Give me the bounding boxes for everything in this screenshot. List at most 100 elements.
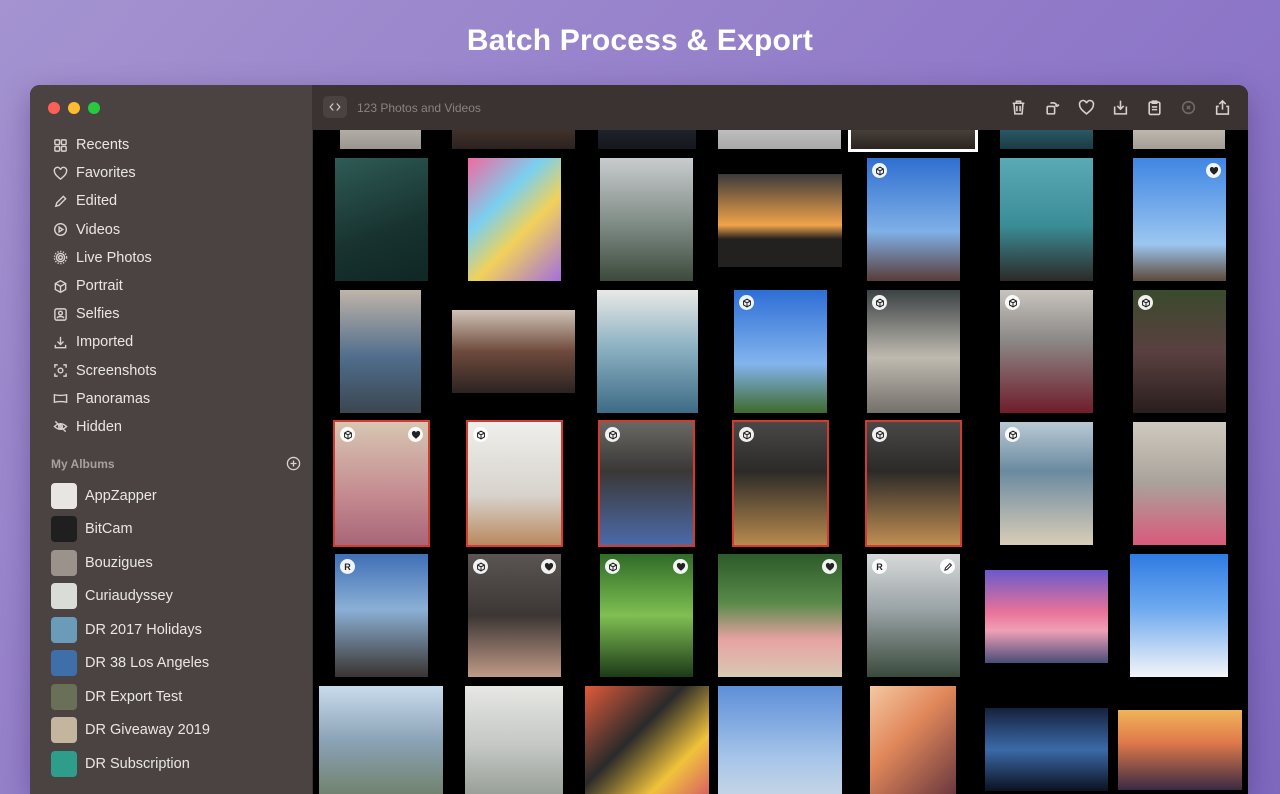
album-thumbnail bbox=[51, 683, 77, 710]
clipboard-icon bbox=[1147, 99, 1161, 115]
album-thumbnail bbox=[51, 583, 77, 610]
photo-girl-palms[interactable] bbox=[734, 290, 827, 413]
info-button[interactable] bbox=[1144, 97, 1164, 117]
photo-palms-sky[interactable] bbox=[867, 158, 960, 281]
album-item[interactable]: DR 38 Los Angeles bbox=[30, 647, 312, 681]
photo-pink-sky[interactable] bbox=[985, 570, 1108, 663]
photo-top-3[interactable] bbox=[598, 130, 696, 149]
photo-graffiti-wall[interactable] bbox=[468, 158, 561, 281]
sidebar-item-label: Recents bbox=[76, 137, 130, 154]
import-button[interactable] bbox=[1110, 97, 1130, 117]
photo-woman-pink[interactable] bbox=[1133, 422, 1226, 545]
album-item[interactable]: BitCam bbox=[30, 513, 312, 547]
sidebar-item-label: Videos bbox=[76, 221, 121, 238]
sidebar-item-favorites[interactable]: Favorites bbox=[30, 159, 312, 187]
photo-top-4[interactable] bbox=[718, 130, 841, 149]
panorama-icon bbox=[52, 391, 68, 407]
zoom-window-button[interactable] bbox=[88, 102, 100, 114]
slideshow-button[interactable] bbox=[1178, 97, 1198, 117]
photo-palm-trees[interactable] bbox=[1133, 158, 1226, 281]
album-label: AppZapper bbox=[85, 487, 157, 504]
photo-staircase[interactable] bbox=[465, 686, 563, 794]
photo-mountains[interactable] bbox=[319, 686, 443, 794]
photo-sunset-palms[interactable] bbox=[718, 174, 842, 267]
album-item[interactable]: Bouzigues bbox=[30, 546, 312, 580]
album-item[interactable]: DR Subscription bbox=[30, 747, 312, 781]
photo-woman-red-beret[interactable] bbox=[1133, 290, 1226, 413]
photo-flamingos[interactable] bbox=[718, 554, 842, 677]
photo-woman-red-suit[interactable] bbox=[1000, 290, 1093, 413]
raw-badge-icon: R bbox=[872, 559, 887, 574]
photo-man-camel-coat-2[interactable] bbox=[865, 420, 962, 547]
pencil-icon bbox=[52, 193, 68, 209]
portrait-badge-icon bbox=[739, 427, 754, 442]
photo-top-6[interactable] bbox=[1000, 130, 1093, 149]
photo-man-camel-coat[interactable] bbox=[732, 420, 829, 547]
photo-child-hat[interactable] bbox=[333, 420, 430, 547]
import-tray-icon bbox=[1113, 100, 1127, 115]
photo-count-label: 123 Photos and Videos bbox=[357, 101, 481, 115]
photo-graffiti-man[interactable] bbox=[585, 686, 709, 794]
photo-woman-beach[interactable] bbox=[1000, 422, 1093, 545]
photo-top-7[interactable] bbox=[1133, 130, 1225, 149]
sidebar-item-live-photos[interactable]: Live Photos bbox=[30, 244, 312, 272]
photo-crowd[interactable] bbox=[452, 310, 575, 393]
photo-vintage-car[interactable] bbox=[1000, 158, 1093, 281]
favorite-badge-icon bbox=[1206, 163, 1221, 178]
photo-girl-pier[interactable] bbox=[340, 290, 421, 413]
photo-mountain-sunset[interactable] bbox=[1118, 710, 1242, 790]
favorite-button[interactable] bbox=[1076, 97, 1096, 117]
sidebar-item-portrait[interactable]: Portrait bbox=[30, 272, 312, 300]
photo-top-5[interactable] bbox=[848, 130, 978, 152]
album-item[interactable]: DR Giveaway 2019 bbox=[30, 714, 312, 748]
album-item[interactable]: Curiaudyssey bbox=[30, 580, 312, 614]
live-photo-icon bbox=[52, 250, 68, 266]
sidebar-item-recents[interactable]: Recents bbox=[30, 131, 312, 159]
sidebar-item-edited[interactable]: Edited bbox=[30, 187, 312, 215]
portrait-badge-icon bbox=[1138, 295, 1153, 310]
sidebar-item-selfies[interactable]: Selfies bbox=[30, 300, 312, 328]
sidebar-item-screenshots[interactable]: Screenshots bbox=[30, 357, 312, 385]
photo-coast[interactable]: R bbox=[867, 554, 960, 677]
favorite-badge-icon bbox=[673, 559, 688, 574]
portrait-badge-icon bbox=[872, 163, 887, 178]
photo-man-yellow-beanie[interactable] bbox=[598, 420, 695, 547]
photo-surfer[interactable] bbox=[335, 158, 428, 281]
sidebar-item-panoramas[interactable]: Panoramas bbox=[30, 385, 312, 413]
photo-woman-sea[interactable] bbox=[597, 290, 698, 413]
photo-santorini[interactable] bbox=[1130, 554, 1228, 677]
trash-button[interactable] bbox=[1008, 97, 1028, 117]
photo-leaf-butterfly[interactable] bbox=[600, 554, 693, 677]
favorite-badge-icon bbox=[822, 559, 837, 574]
add-album-button[interactable] bbox=[286, 456, 301, 471]
photo-aurora[interactable] bbox=[985, 708, 1108, 791]
sidebar-item-imported[interactable]: Imported bbox=[30, 328, 312, 356]
portrait-badge-icon bbox=[872, 427, 887, 442]
photo-woman-coat[interactable] bbox=[867, 290, 960, 413]
edited-badge-icon bbox=[940, 559, 955, 574]
library-nav: Recents Favorites Edited Videos Live Pho… bbox=[30, 131, 312, 441]
rotate-button[interactable] bbox=[1042, 97, 1062, 117]
sidebar-item-videos[interactable]: Videos bbox=[30, 216, 312, 244]
photo-top-1[interactable] bbox=[340, 130, 421, 149]
album-item[interactable]: DR 2017 Holidays bbox=[30, 613, 312, 647]
minimize-window-button[interactable] bbox=[68, 102, 80, 114]
photo-man-glasses[interactable] bbox=[468, 554, 561, 677]
album-item[interactable]: DR Export Test bbox=[30, 680, 312, 714]
photo-building[interactable] bbox=[718, 686, 842, 794]
photo-man-dog[interactable] bbox=[466, 420, 563, 547]
photo-hollywood-sign[interactable] bbox=[600, 158, 693, 281]
album-label: DR Export Test bbox=[85, 688, 183, 705]
photo-top-2[interactable] bbox=[452, 130, 575, 149]
share-button[interactable] bbox=[1212, 97, 1232, 117]
album-item[interactable]: AppZapper bbox=[30, 479, 312, 513]
trash-icon bbox=[1012, 100, 1024, 115]
favorite-badge-icon bbox=[408, 427, 423, 442]
photo-ruin-tower[interactable]: R bbox=[335, 554, 428, 677]
sidebar-item-label: Live Photos bbox=[76, 249, 152, 266]
import-icon bbox=[52, 334, 68, 350]
close-window-button[interactable] bbox=[48, 102, 60, 114]
photo-woman-lights[interactable] bbox=[870, 686, 956, 794]
sidebar-toggle-button[interactable] bbox=[323, 96, 347, 118]
sidebar-item-hidden[interactable]: Hidden bbox=[30, 413, 312, 441]
